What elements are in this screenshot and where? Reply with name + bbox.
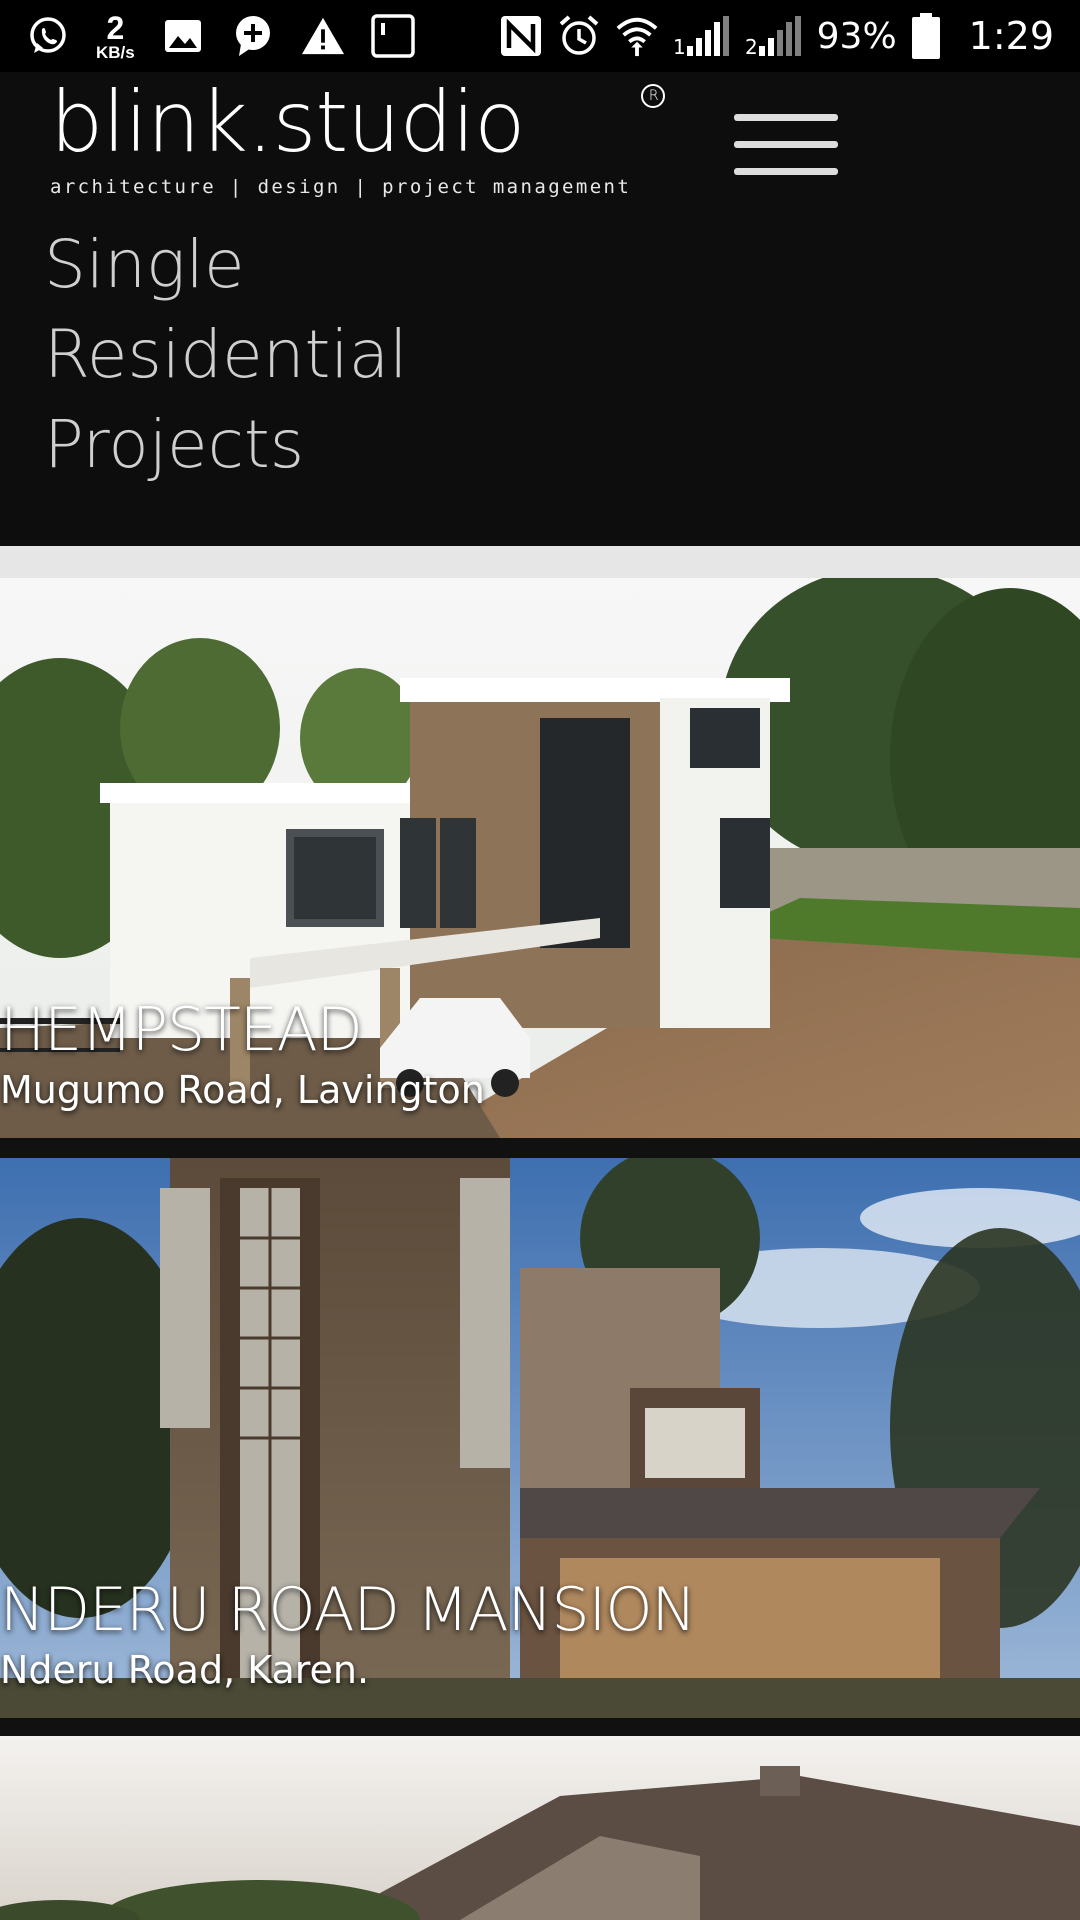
message-plus-icon	[231, 14, 275, 58]
site-logo[interactable]: blink.studio R architecture | design | p…	[50, 80, 666, 198]
hamburger-menu-icon[interactable]	[734, 102, 838, 186]
card-separator	[0, 1718, 1080, 1736]
data-rate-unit: KB/s	[96, 42, 135, 62]
project-caption: HEMPSTEAD Mugumo Road, Lavington	[0, 1000, 485, 1112]
battery-icon	[911, 13, 941, 59]
data-rate-indicator: 2 KB/s	[96, 12, 135, 61]
project-name: NDERU ROAD MANSION	[0, 1575, 696, 1645]
menu-line	[734, 140, 838, 148]
data-rate-value: 2	[106, 9, 125, 46]
warning-icon	[301, 14, 345, 58]
project-location: Mugumo Road, Lavington	[0, 1068, 485, 1112]
signal-icon-sim1: 1	[673, 14, 731, 58]
project-card-hempstead[interactable]: HEMPSTEAD Mugumo Road, Lavington	[0, 578, 1080, 1138]
site-header: blink.studio R architecture | design | p…	[0, 72, 1080, 546]
project-photo	[0, 1736, 1080, 1920]
page-title: Single Residential Projects	[44, 220, 408, 490]
menu-line	[734, 167, 838, 175]
registered-mark-icon: R	[641, 84, 666, 108]
project-card-3[interactable]	[0, 1736, 1080, 1920]
alarm-icon	[557, 14, 601, 58]
nfc-square-icon	[370, 14, 415, 58]
project-location: Nderu Road, Karen.	[0, 1648, 370, 1692]
status-bar: 2 KB/s 1 2 93% 1:29	[0, 0, 1080, 72]
page-title-line: Single	[44, 226, 245, 303]
page-title-line: Projects	[44, 406, 305, 483]
logo-tagline: architecture | design | project manageme…	[50, 176, 632, 198]
sim1-label: 1	[673, 35, 686, 58]
battery-percentage: 93%	[816, 15, 897, 57]
clock: 1:29	[968, 14, 1054, 58]
card-separator	[0, 1138, 1080, 1158]
project-caption: NDERU ROAD MANSION Nderu Road, Karen.	[0, 1575, 696, 1692]
page-title-line: Residential	[44, 316, 408, 393]
logo-wordmark: blink.studio R	[50, 80, 666, 164]
nfc-icon	[499, 14, 543, 58]
signal-icon-sim2: 2	[745, 14, 803, 58]
image-icon	[161, 14, 205, 58]
whatsapp-icon	[26, 14, 70, 58]
section-divider	[0, 546, 1080, 578]
logo-text: blink.studio	[50, 73, 526, 171]
menu-line	[734, 113, 838, 121]
sim2-label: 2	[745, 35, 758, 58]
wifi-icon	[615, 14, 659, 58]
project-card-nderu-road-mansion[interactable]: NDERU ROAD MANSION Nderu Road, Karen.	[0, 1158, 1080, 1718]
project-name: HEMPSTEAD	[0, 995, 363, 1065]
